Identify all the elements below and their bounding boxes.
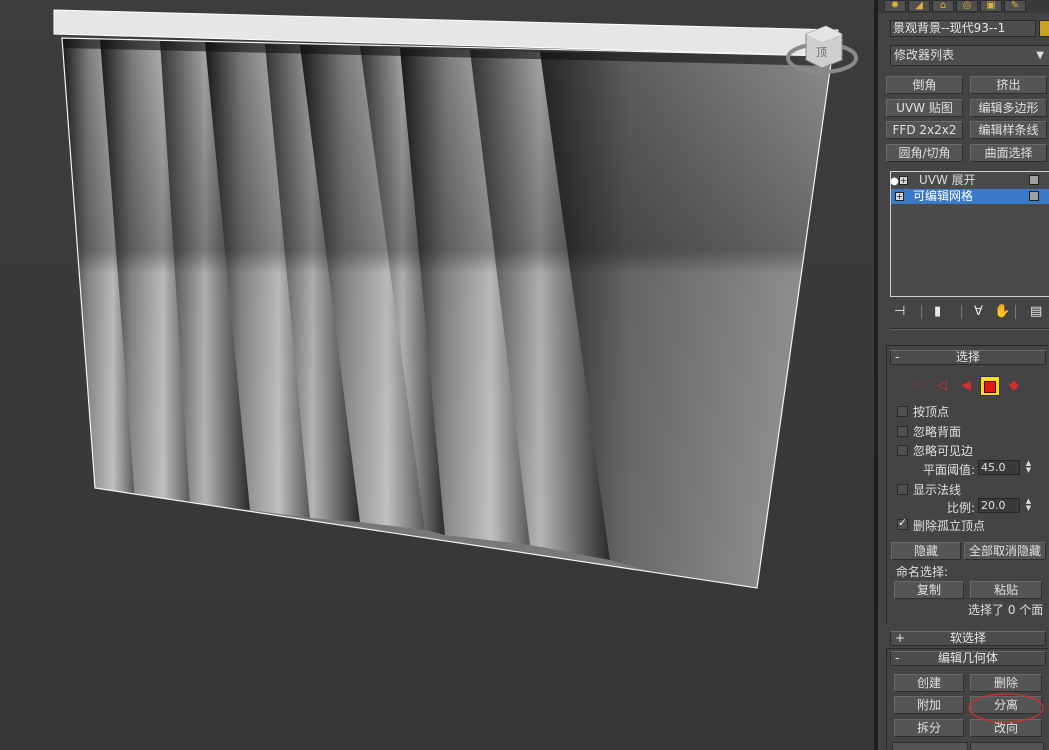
named-selection-label: 命名选择: — [896, 565, 949, 579]
uvw-map-modifier-button[interactable]: UVW 贴图 — [886, 99, 963, 117]
partial-button[interactable] — [970, 742, 1044, 750]
ignore-visible-edges-label: 忽略可见边 — [913, 444, 974, 458]
modifier-list-label: 修改器列表 — [894, 48, 955, 62]
ignore-visible-edges-checkbox[interactable] — [897, 445, 908, 456]
subobject-level-toolbar: ⁘ ◁ ◀ ◆ — [908, 376, 1028, 396]
edge-icon[interactable]: ◁ — [932, 376, 952, 396]
motion-tab-icon[interactable]: ◎ — [956, 0, 978, 12]
scale-label: 比例: — [947, 501, 976, 515]
collapse-sign: - — [895, 651, 900, 665]
attach-button[interactable]: 附加 — [894, 696, 964, 714]
remove-modifier-icon[interactable]: ✋ — [994, 304, 1010, 319]
expand-icon[interactable]: + — [899, 176, 908, 185]
vertex-icon[interactable]: ⁘ — [908, 376, 928, 396]
expand-sign: + — [895, 631, 906, 645]
perspective-viewport[interactable]: 顶 — [0, 0, 874, 750]
soft-selection-title: 软选择 — [949, 631, 986, 645]
toolbar-divider — [1015, 305, 1016, 319]
by-vertex-checkbox[interactable] — [897, 406, 908, 417]
collapse-sign: - — [895, 350, 900, 364]
spinner-arrows-icon[interactable]: ▲ ▼ — [1024, 460, 1033, 475]
utilities-tab-icon[interactable]: ✎ — [1004, 0, 1026, 12]
scale-spinner[interactable]: 20.0 — [978, 498, 1020, 513]
edit-geometry-title: 编辑几何体 — [937, 651, 998, 665]
show-end-result-icon[interactable]: ▮ — [934, 304, 941, 319]
fillet-chamfer-modifier-button[interactable]: 圆角/切角 — [886, 144, 963, 162]
soft-selection-rollout-header[interactable]: + 软选择 — [890, 631, 1046, 646]
ignore-backfacing-checkbox[interactable] — [897, 426, 908, 437]
polygon-icon[interactable] — [980, 376, 1000, 396]
stack-toolbar: ⊣ ▮ ∀ ✋ ▤ — [890, 304, 1049, 322]
object-color-swatch[interactable] — [1039, 20, 1049, 37]
ffd-modifier-button[interactable]: FFD 2x2x2 — [886, 121, 963, 139]
selection-rollout-header[interactable]: - 选择 — [890, 350, 1046, 365]
planar-threshold-label: 平面阈值: — [923, 463, 976, 477]
show-normals-label: 显示法线 — [913, 483, 962, 497]
divider — [890, 328, 1049, 330]
extrude-modifier-button[interactable]: 挤出 — [970, 76, 1047, 94]
pin-stack-icon[interactable]: ⊣ — [894, 304, 905, 319]
bevel-modifier-button[interactable]: 倒角 — [886, 76, 963, 94]
edit-spline-modifier-button[interactable]: 编辑样条线 — [970, 121, 1047, 139]
modifier-list-dropdown[interactable]: 修改器列表 ▼ — [890, 45, 1049, 66]
view-cube-label: 顶 — [816, 46, 827, 59]
spinner-arrows-icon[interactable]: ▲ ▼ — [1024, 498, 1033, 513]
show-normals-checkbox[interactable] — [897, 484, 908, 495]
stack-item-label: UVW 展开 — [919, 173, 976, 187]
planar-threshold-spinner[interactable]: 45.0 — [978, 460, 1020, 475]
make-unique-icon[interactable]: ∀ — [974, 304, 983, 319]
highlight-circle-annotation — [968, 693, 1044, 723]
create-tab-icon[interactable]: ✹ — [884, 0, 906, 12]
selection-title: 选择 — [955, 350, 980, 364]
face-icon[interactable]: ◀ — [956, 376, 976, 396]
by-vertex-label: 按顶点 — [913, 405, 950, 419]
command-panel: ✹ ◢ ⌂ ◎ ▣ ✎ 景观背景--现代93--1 修改器列表 ▼ 倒角 挤出 … — [878, 0, 1049, 750]
divide-button[interactable]: 拆分 — [894, 719, 964, 737]
command-panel-tabs: ✹ ◢ ⌂ ◎ ▣ ✎ — [878, 0, 1049, 13]
display-tab-icon[interactable]: ▣ — [980, 0, 1002, 12]
edit-poly-modifier-button[interactable]: 编辑多边形 — [970, 99, 1047, 117]
delete-isolated-vertices-label: 删除孤立顶点 — [913, 519, 986, 533]
curtain-mesh-render: 顶 — [53, 9, 858, 589]
expand-icon[interactable]: + — [895, 192, 904, 201]
modifier-stack[interactable]: ● + UVW 展开 + 可编辑网格 — [890, 171, 1049, 297]
ignore-backfacing-label: 忽略背面 — [913, 425, 962, 439]
copy-button[interactable]: 复制 — [894, 581, 964, 599]
stack-item-editable-mesh[interactable]: + 可编辑网格 — [891, 189, 1049, 204]
paste-button[interactable]: 粘贴 — [970, 581, 1042, 599]
stack-item-uvw-unwrap[interactable]: ● + UVW 展开 — [890, 173, 1049, 189]
chevron-down-icon: ▼ — [1036, 50, 1044, 61]
toolbar-divider — [961, 305, 962, 319]
element-icon[interactable]: ◆ — [1004, 376, 1024, 396]
configure-sets-icon[interactable]: ▤ — [1030, 304, 1042, 319]
lightbulb-icon[interactable]: ● — [890, 174, 899, 189]
stack-item-swatch — [1029, 191, 1039, 201]
delete-isolated-vertices-checkbox[interactable] — [897, 516, 908, 530]
hierarchy-tab-icon[interactable]: ⌂ — [932, 0, 954, 12]
selection-status: 选择了 0 个面 — [968, 603, 1044, 617]
modify-tab-icon[interactable]: ◢ — [908, 0, 930, 12]
hide-button[interactable]: 隐藏 — [891, 542, 961, 560]
edit-geometry-rollout-header[interactable]: - 编辑几何体 — [890, 651, 1046, 666]
surface-select-modifier-button[interactable]: 曲面选择 — [970, 144, 1047, 162]
object-name-field[interactable]: 景观背景--现代93--1 — [890, 20, 1036, 37]
toolbar-divider — [921, 305, 922, 319]
partial-button[interactable] — [892, 742, 968, 750]
stack-item-label: 可编辑网格 — [913, 189, 974, 203]
create-button[interactable]: 创建 — [894, 674, 964, 692]
unhide-all-button[interactable]: 全部取消隐藏 — [964, 542, 1046, 560]
stack-item-swatch — [1029, 175, 1039, 185]
